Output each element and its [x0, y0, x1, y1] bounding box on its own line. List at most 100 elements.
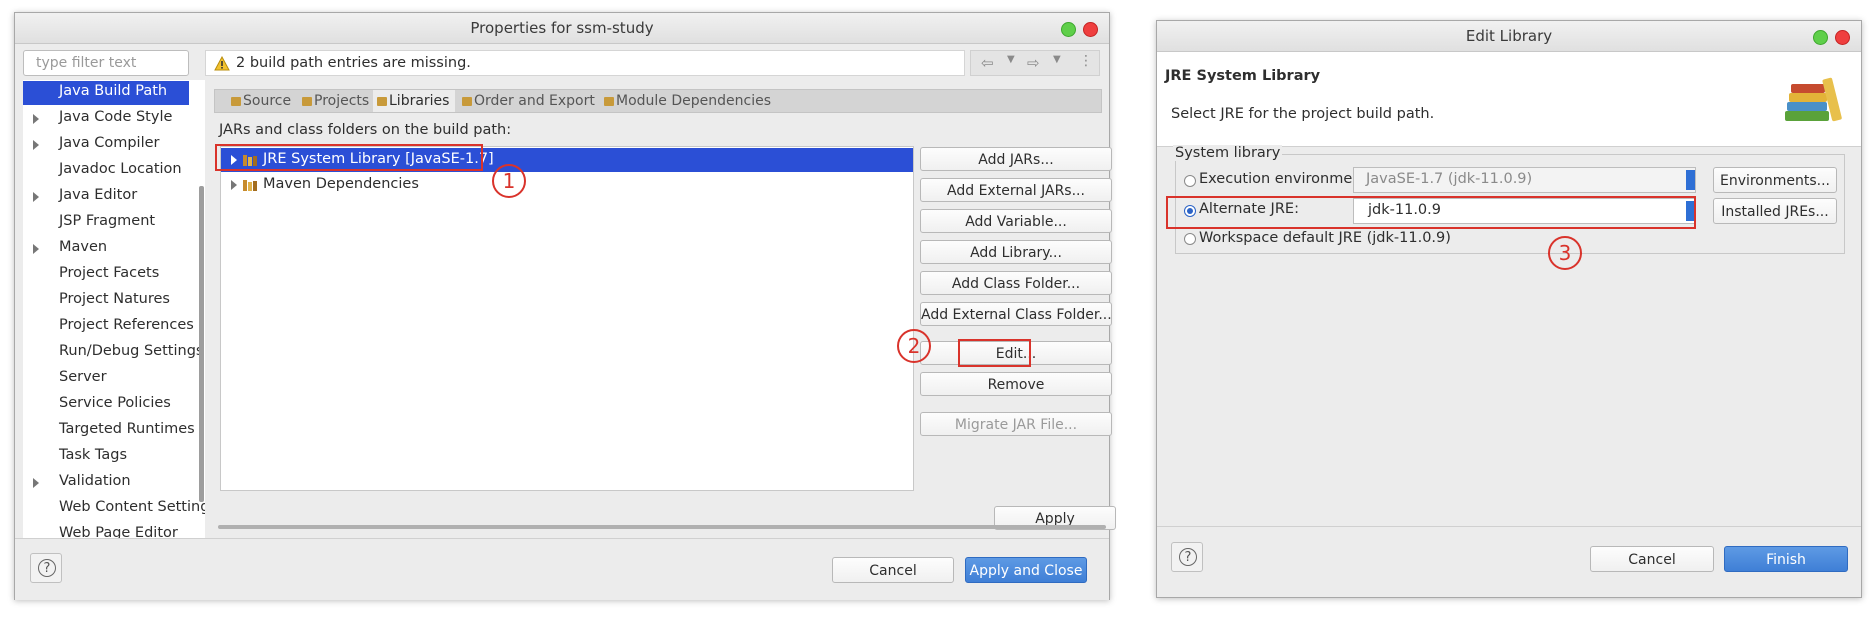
libraries-tab-icon — [377, 96, 387, 106]
edit-library-footer: ? Cancel Finish — [1157, 526, 1861, 598]
warning-text: 2 build path entries are missing. — [236, 55, 471, 71]
finish-button[interactable]: Finish — [1724, 546, 1848, 572]
nav-item-targeted-runtimes[interactable]: Targeted Runtimes — [59, 421, 195, 437]
close-button[interactable] — [1083, 22, 1098, 37]
tree-item-label: Maven Dependencies — [263, 176, 419, 192]
history-toolbar: ⇦ ▼ ⇨ ▼ ⋮ — [970, 50, 1100, 76]
expand-arrow-icon[interactable] — [231, 180, 237, 190]
execution-env-label[interactable]: Execution environment: — [1199, 171, 1372, 187]
nav-item-project-natures[interactable]: Project Natures — [59, 291, 170, 307]
nav-item-project-references[interactable]: Project References — [59, 317, 194, 333]
expand-arrow-icon[interactable] — [33, 478, 39, 488]
library-icon — [243, 180, 257, 191]
tab-order-and-export[interactable]: Order and Export — [458, 90, 598, 112]
close-button[interactable] — [1835, 30, 1850, 45]
add-variable-button[interactable]: Add Variable... — [920, 209, 1112, 233]
forward-menu-chevron-icon[interactable]: ▼ — [1053, 54, 1061, 65]
tab-projects[interactable]: Projects — [298, 90, 372, 112]
library-books-icon — [1785, 77, 1842, 122]
execution-env-radio[interactable] — [1184, 175, 1196, 187]
back-arrow-icon[interactable]: ⇦ — [981, 54, 994, 72]
nav-item-java-build-path[interactable]: Java Build Path — [59, 83, 167, 99]
build-path-tree[interactable]: JRE System Library [JavaSE-1.7] Maven De… — [220, 146, 914, 491]
add-jars-button[interactable]: Add JARs... — [920, 147, 1112, 171]
dialog-heading: JRE System Library — [1165, 68, 1321, 84]
execution-env-value: JavaSE-1.7 (jdk-11.0.9) — [1366, 171, 1533, 187]
expand-arrow-icon[interactable] — [33, 114, 39, 124]
nav-item-web-content-settings[interactable]: Web Content Settings — [59, 499, 205, 515]
tab-source[interactable]: Source — [227, 90, 297, 112]
filter-input[interactable]: type filter text — [23, 50, 189, 76]
nav-item-server[interactable]: Server — [59, 369, 107, 385]
migrate-jar-button[interactable]: Migrate JAR File... — [920, 412, 1112, 436]
annotation-box-edit — [958, 339, 1031, 367]
edit-library-dialog: Edit Library JRE System Library Select J… — [1156, 20, 1862, 598]
nav-item-project-facets[interactable]: Project Facets — [59, 265, 159, 281]
nav-item-service-policies[interactable]: Service Policies — [59, 395, 171, 411]
nav-item-java-code-style[interactable]: Java Code Style — [59, 109, 172, 125]
help-button[interactable]: ? — [1171, 542, 1203, 572]
filter-placeholder: type filter text — [36, 55, 137, 71]
nav-item-javadoc-location[interactable]: Javadoc Location — [59, 161, 182, 177]
installed-jres-button[interactable]: Installed JREs... — [1713, 198, 1837, 224]
cancel-button[interactable]: Cancel — [1590, 546, 1714, 572]
remove-button[interactable]: Remove — [920, 372, 1112, 396]
execution-env-spinner-icon[interactable] — [1686, 170, 1695, 190]
tab-libraries[interactable]: Libraries — [373, 90, 455, 112]
apply-and-close-button[interactable]: Apply and Close — [965, 557, 1087, 583]
add-library-button[interactable]: Add Library... — [920, 240, 1112, 264]
tab-module-dependencies[interactable]: Module Dependencies — [600, 90, 771, 112]
help-icon: ? — [38, 559, 56, 577]
tab-label: Projects — [314, 93, 370, 109]
back-menu-chevron-icon[interactable]: ▼ — [1007, 54, 1015, 65]
edit-library-header: JRE System Library Select JRE for the pr… — [1157, 52, 1861, 147]
nav-item-java-editor[interactable]: Java Editor — [59, 187, 137, 203]
maximize-button[interactable] — [1813, 30, 1828, 45]
nav-tree: Java Build Path Java Code Style Java Compi… — [23, 80, 205, 546]
nav-item-java-compiler[interactable]: Java Compiler — [59, 135, 160, 151]
annotation-step-3: 3 — [1548, 236, 1582, 270]
tab-label: Order and Export — [474, 93, 595, 109]
nav-item-maven[interactable]: Maven — [59, 239, 107, 255]
tree-row-maven[interactable]: Maven Dependencies — [221, 173, 913, 197]
properties-dialog: Properties for ssm-study type filter tex… — [14, 12, 1116, 600]
nav-scrollbar[interactable] — [199, 186, 204, 502]
content-hscrollbar[interactable] — [218, 525, 1106, 529]
maximize-button[interactable] — [1061, 22, 1076, 37]
dialog-description: Select JRE for the project build path. — [1171, 106, 1435, 122]
edit-library-title-bar: Edit Library — [1157, 21, 1861, 52]
environments-button[interactable]: Environments... — [1713, 167, 1837, 193]
help-icon: ? — [1179, 548, 1197, 566]
nav-item-validation[interactable]: Validation — [59, 473, 131, 489]
expand-arrow-icon[interactable] — [33, 192, 39, 202]
section-label: JARs and class folders on the build path… — [219, 122, 512, 138]
annotation-box-jre — [215, 144, 483, 171]
nav-item-run-debug-settings[interactable]: Run/Debug Settings — [59, 343, 203, 359]
properties-title-bar: Properties for ssm-study — [15, 13, 1109, 44]
view-menu-icon[interactable]: ⋮ — [1079, 53, 1093, 69]
add-class-folder-button[interactable]: Add Class Folder... — [920, 271, 1112, 295]
module-tab-icon — [604, 96, 614, 106]
workspace-default-label[interactable]: Workspace default JRE (jdk-11.0.9) — [1199, 230, 1451, 246]
tab-label: Source — [243, 93, 292, 109]
source-tab-icon — [231, 96, 241, 106]
expand-arrow-icon[interactable] — [33, 140, 39, 150]
warning-bar: 2 build path entries are missing. — [205, 50, 965, 76]
projects-tab-icon — [302, 96, 312, 106]
nav-item-task-tags[interactable]: Task Tags — [59, 447, 127, 463]
add-external-jars-button[interactable]: Add External JARs... — [920, 178, 1112, 202]
forward-arrow-icon[interactable]: ⇨ — [1027, 54, 1040, 72]
tab-label: Libraries — [389, 93, 450, 109]
cancel-button[interactable]: Cancel — [832, 557, 954, 583]
order-tab-icon — [462, 96, 472, 106]
system-library-label: System library — [1173, 145, 1283, 161]
workspace-default-radio[interactable] — [1184, 233, 1196, 245]
expand-arrow-icon[interactable] — [33, 244, 39, 254]
add-external-class-folder-button[interactable]: Add External Class Folder... — [920, 302, 1112, 326]
execution-env-select[interactable]: JavaSE-1.7 (jdk-11.0.9) — [1353, 167, 1696, 193]
tab-label: Module Dependencies — [616, 93, 771, 109]
help-button[interactable]: ? — [30, 553, 62, 583]
nav-item-jsp-fragment[interactable]: JSP Fragment — [59, 213, 155, 229]
edit-library-title: Edit Library — [1465, 27, 1553, 45]
properties-title: Properties for ssm-study — [470, 19, 654, 37]
